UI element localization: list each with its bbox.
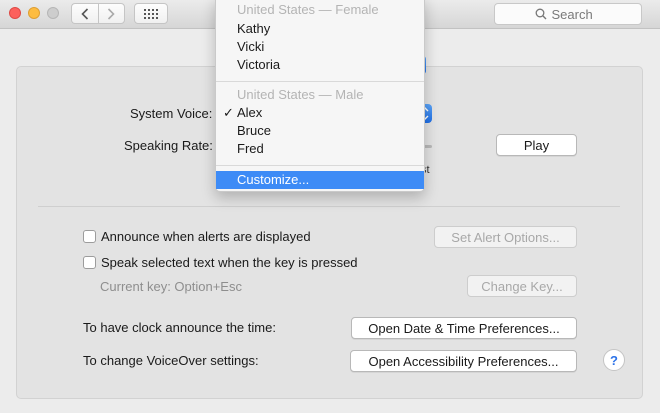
system-voice-label: System Voice: [130,106,213,121]
open-accessibility-button[interactable]: Open Accessibility Preferences... [350,350,577,372]
zoom-window-button[interactable] [47,7,59,19]
menu-item-customize[interactable]: Customize... [216,171,424,189]
speaking-rate-label: Speaking Rate: [124,138,213,153]
menu-item-alex[interactable]: ✓ Alex [216,104,424,122]
menu-item-kathy[interactable]: Kathy [216,20,424,38]
system-voice-menu: United States — Female Kathy Vicki Victo… [215,0,425,192]
voiceover-label: To change VoiceOver settings: [83,353,259,368]
help-button[interactable]: ? [603,349,625,371]
menu-item-vicki[interactable]: Vicki [216,38,424,56]
clock-announce-label: To have clock announce the time: [83,320,276,335]
speak-selected-label[interactable]: Speak selected text when the key is pres… [101,255,358,270]
speak-selected-checkbox[interactable] [83,256,96,269]
minimize-window-button[interactable] [28,7,40,19]
chevron-left-icon [81,7,88,20]
checkmark-icon: ✓ [223,105,234,120]
announce-alerts-label[interactable]: Announce when alerts are displayed [101,229,311,244]
menu-section-header-male: United States — Male [237,87,364,102]
forward-button[interactable] [97,3,125,24]
search-input[interactable] [551,6,602,22]
announce-alerts-checkbox[interactable] [83,230,96,243]
search-icon [535,8,546,20]
menu-item-victoria[interactable]: Victoria [216,56,424,74]
menu-separator [216,165,424,166]
menu-item-fred[interactable]: Fred [216,140,424,158]
play-button[interactable]: Play [496,134,577,156]
change-key-button[interactable]: Change Key... [467,275,577,297]
close-window-button[interactable] [9,7,21,19]
section-divider [38,206,620,207]
set-alert-options-button[interactable]: Set Alert Options... [434,226,577,248]
menu-item-alex-label: Alex [237,105,263,120]
search-field[interactable] [494,3,642,25]
current-key-label: Current key: Option+Esc [100,279,242,294]
history-nav [71,3,125,24]
chevron-right-icon [108,7,115,20]
show-all-button[interactable] [134,3,168,24]
open-date-time-button[interactable]: Open Date & Time Preferences... [351,317,577,339]
grid-icon [144,8,158,19]
menu-section-header-female: United States — Female [237,2,379,17]
back-button[interactable] [71,3,98,24]
help-icon: ? [610,352,618,368]
menu-item-bruce[interactable]: Bruce [216,122,424,140]
menu-separator [216,81,424,82]
